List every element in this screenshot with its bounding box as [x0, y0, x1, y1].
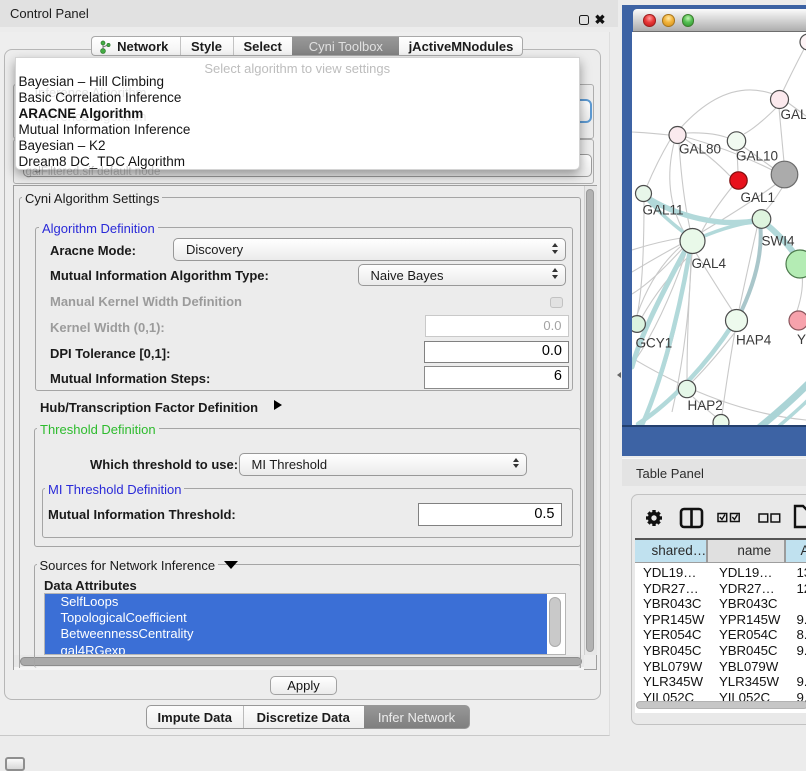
svg-text:HAP4: HAP4 [736, 333, 772, 348]
svg-text:HAP2: HAP2 [688, 398, 723, 413]
svg-text:GAL10: GAL10 [736, 149, 778, 164]
svg-text:GAL11: GAL11 [643, 203, 684, 218]
svg-text:YJ: YJ [797, 332, 806, 347]
svg-text:SWI4: SWI4 [762, 234, 795, 249]
svg-text:GAL4: GAL4 [692, 256, 727, 271]
svg-text:GCY1: GCY1 [636, 336, 673, 351]
svg-text:GAL80: GAL80 [679, 142, 721, 157]
svg-text:GAL1: GAL1 [741, 190, 776, 205]
svg-text:GAL7: GAL7 [781, 107, 806, 122]
